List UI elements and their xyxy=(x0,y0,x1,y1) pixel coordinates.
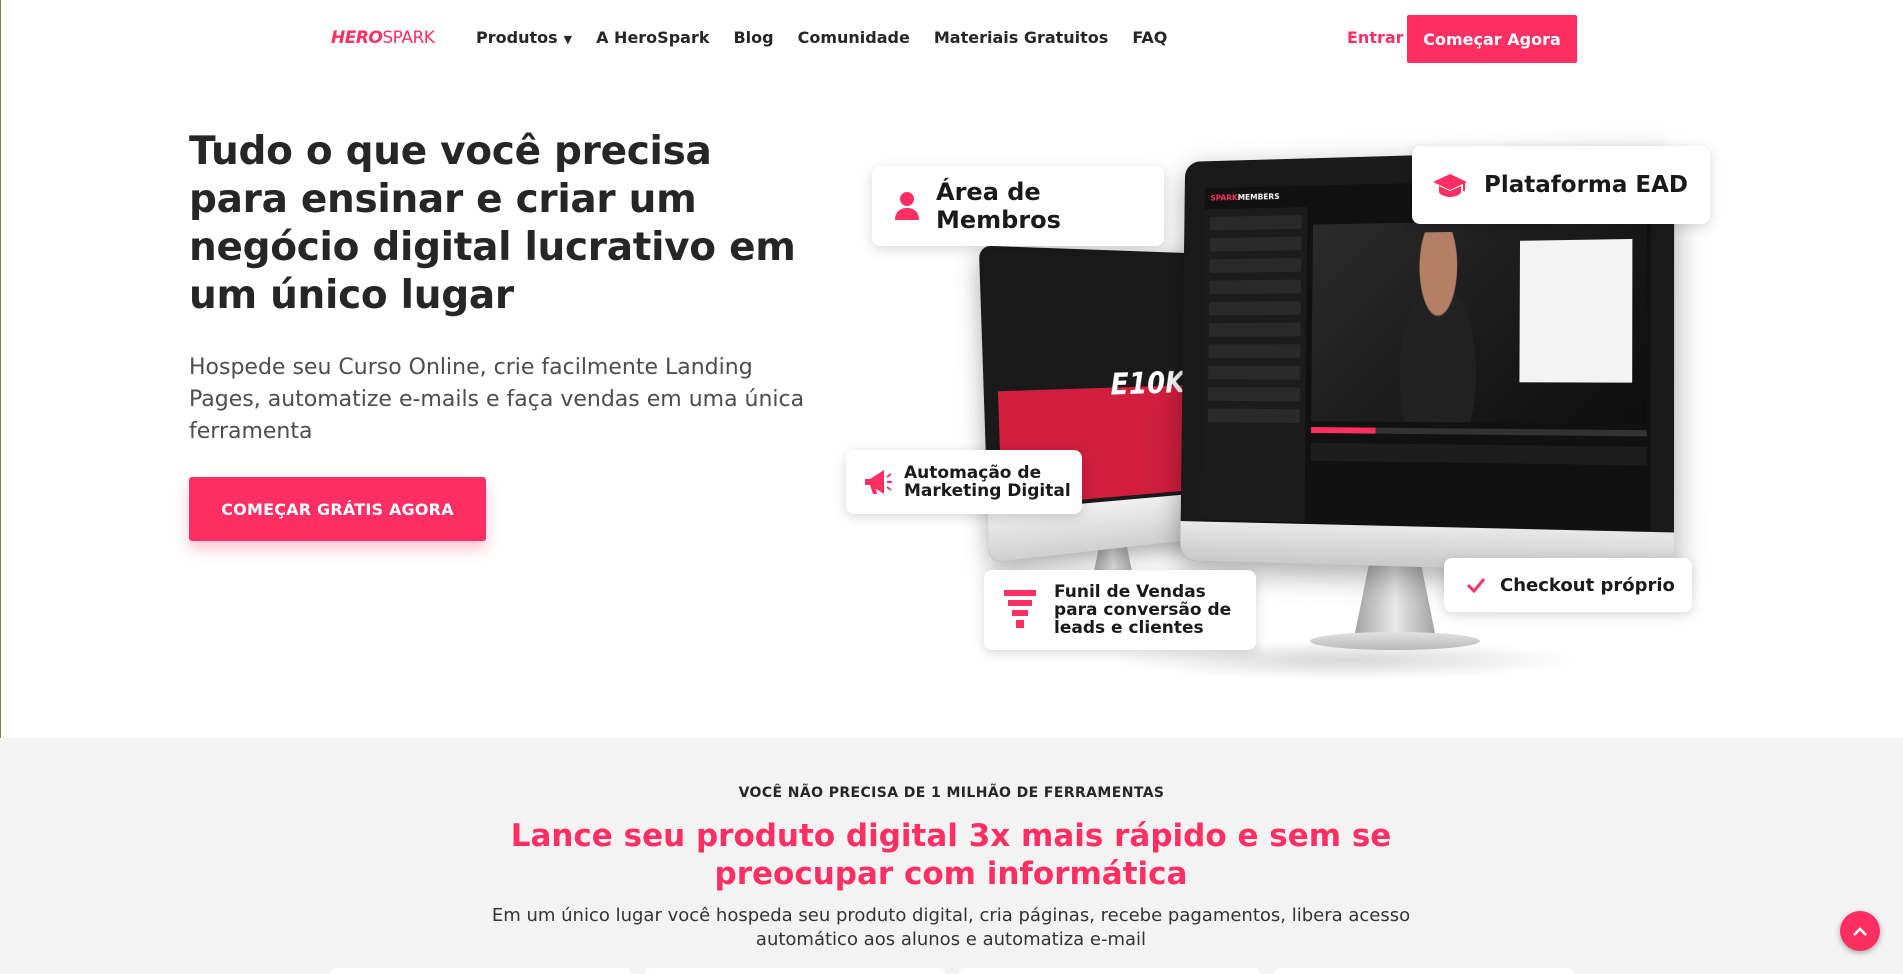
course-sidebar xyxy=(1201,207,1308,522)
chevron-up-icon xyxy=(1853,927,1867,936)
feature-label: Checkout próprio xyxy=(1500,574,1675,596)
feature-label: Funil de Vendas para conversão de leads e … xyxy=(1054,582,1232,638)
funnel-icon xyxy=(1004,590,1036,630)
spark-members-logo: SPARKMEMBERS xyxy=(1210,192,1279,202)
small-monitor: E10K xyxy=(978,245,1209,563)
nav-item-materiais-gratuitos[interactable]: Materiais Gratuitos xyxy=(934,28,1108,47)
herospark-logo[interactable]: HEROSPARK xyxy=(331,28,435,48)
spark-members-logo-a: SPARK xyxy=(1210,193,1238,203)
video-progress-bar xyxy=(1311,427,1647,437)
nav-item-label: Produtos xyxy=(476,28,558,47)
nav-item-faq[interactable]: FAQ xyxy=(1132,28,1167,47)
feature-label: Automação de Marketing Digital xyxy=(904,463,1071,501)
lesson-tabs xyxy=(1310,442,1647,466)
section-card xyxy=(644,968,945,974)
section-kicker: VOCÊ NÃO PRECISA DE 1 MILHÃO DE FERRAMEN… xyxy=(738,785,1165,801)
check-icon xyxy=(1466,577,1486,593)
hero-title: Tudo o que você precisa para ensinar e c… xyxy=(189,129,796,318)
spark-members-logo-b: MEMBERS xyxy=(1237,192,1280,202)
main-menu: Produtos ▼ A HeroSpark Blog Comunidade Ma… xyxy=(476,28,1167,47)
section-card xyxy=(330,968,631,974)
feature-card-funil: Funil de Vendas para conversão de leads e … xyxy=(984,570,1256,650)
graduation-cap-icon xyxy=(1432,172,1468,198)
megaphone-icon xyxy=(862,467,892,497)
nav-item-produtos[interactable]: Produtos ▼ xyxy=(476,28,572,47)
start-free-button[interactable]: COMEÇAR GRÁTIS AGORA xyxy=(189,477,486,541)
big-monitor-base xyxy=(1310,632,1480,650)
hero-subtitle: Hospede seu Curso Online, crie facilment… xyxy=(189,355,805,444)
nav-item-comunidade[interactable]: Comunidade xyxy=(798,28,910,47)
logo-hero-text: HERO xyxy=(331,28,383,48)
start-now-button[interactable]: Começar Agora xyxy=(1407,15,1577,63)
section-description: Em um único lugar você hospeda seu produ… xyxy=(491,905,1411,950)
whiteboard-image xyxy=(1519,238,1633,383)
feature-card-ead: Plataforma EAD xyxy=(1412,146,1710,224)
product-illustration: E10K SPARKMEMBERS Área de Membros Plataf… xyxy=(840,140,1740,680)
login-link[interactable]: Entrar xyxy=(1347,28,1404,47)
user-icon xyxy=(894,191,920,221)
e10k-badge: E10K xyxy=(1109,366,1186,403)
nav-item-a-herospark[interactable]: A HeroSpark xyxy=(596,28,709,47)
feature-card-membros: Área de Membros xyxy=(872,166,1164,246)
section-card xyxy=(1273,968,1574,974)
feature-label: Plataforma EAD xyxy=(1484,172,1689,198)
scroll-to-top-button[interactable] xyxy=(1840,911,1880,951)
feature-card-automacao: Automação de Marketing Digital xyxy=(846,450,1082,514)
feature-label: Área de Membros xyxy=(936,178,1061,234)
section-card xyxy=(959,968,1260,974)
top-navigation: HEROSPARK Produtos ▼ A HeroSpark Blog Com… xyxy=(0,0,1903,80)
nav-item-blog[interactable]: Blog xyxy=(733,28,773,47)
big-monitor-stand xyxy=(1353,560,1437,640)
caret-down-icon: ▼ xyxy=(563,33,573,46)
section-title: Lance seu produto digital 3x mais rápido… xyxy=(510,818,1392,892)
feature-card-checkout: Checkout próprio xyxy=(1444,558,1692,612)
members-area-screen: SPARKMEMBERS xyxy=(1200,177,1652,533)
logo-spark-text: SPARK xyxy=(382,28,435,48)
lesson-video xyxy=(1311,218,1647,425)
instructor-image xyxy=(1378,231,1499,423)
section-cards-row xyxy=(330,968,1574,974)
